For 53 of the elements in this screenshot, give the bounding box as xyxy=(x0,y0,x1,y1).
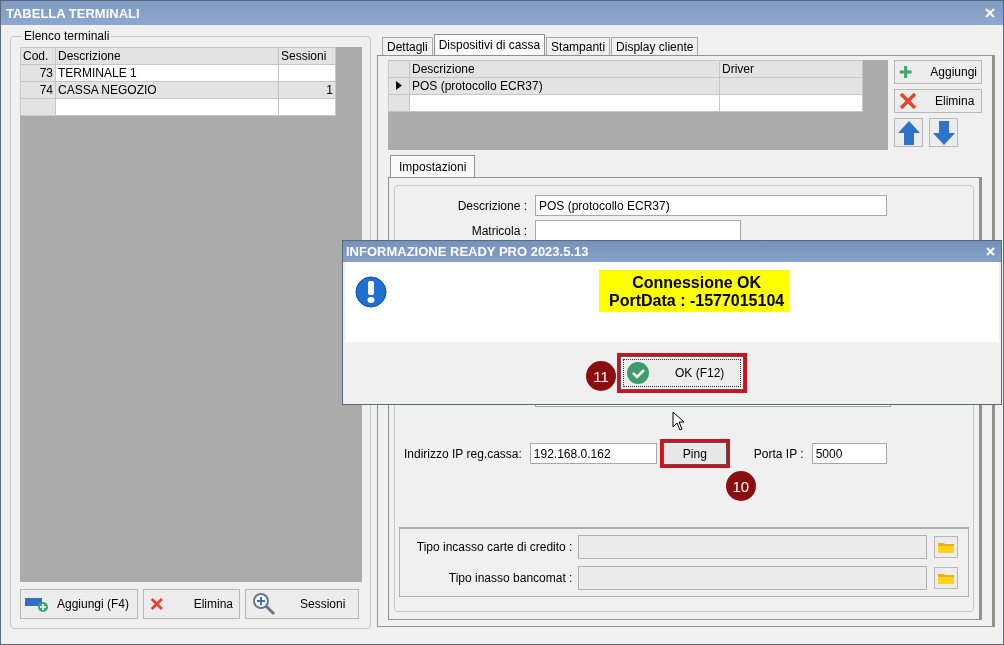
column-header[interactable]: Cod. xyxy=(20,47,56,65)
move-down-button[interactable] xyxy=(929,118,958,147)
zoom-in-icon xyxy=(252,592,276,616)
input-field[interactable]: 192.168.0.162 xyxy=(529,443,657,464)
delete-icon xyxy=(899,92,917,110)
folder-icon xyxy=(938,541,955,553)
input-field[interactable] xyxy=(578,535,928,559)
field-label: Matricola : xyxy=(470,223,528,238)
column-header[interactable]: Descrizione xyxy=(55,47,279,65)
up-arrow-icon xyxy=(897,120,920,145)
toolbar-button[interactable]: Aggiungi xyxy=(894,60,982,84)
field-label: Porta IP : xyxy=(753,446,804,461)
browse-button[interactable] xyxy=(934,536,958,558)
cursor-icon xyxy=(672,411,685,431)
browse-button[interactable] xyxy=(934,567,958,589)
group-title: Elenco terminali xyxy=(23,29,111,43)
toolbar-button[interactable]: Aggiungi (F4) xyxy=(20,589,138,619)
input-field[interactable] xyxy=(578,566,928,590)
toolbar-button[interactable]: Elimina xyxy=(143,589,240,619)
move-up-button[interactable] xyxy=(894,118,923,147)
field-label: Descrizione : xyxy=(456,198,528,213)
table-cell[interactable]: TERMINALE 1 xyxy=(55,64,279,82)
close-icon[interactable] xyxy=(985,8,995,18)
plus-icon xyxy=(899,63,913,81)
column-header[interactable]: Descrizione xyxy=(409,60,720,78)
input-field[interactable] xyxy=(535,220,741,241)
field-label: Tipo incasso carte di credito : xyxy=(415,540,574,554)
message-text: Connessione OK PortData : -1577015104 xyxy=(599,270,791,312)
checkmark-icon xyxy=(627,362,649,384)
tab[interactable]: Display cliente xyxy=(611,37,699,55)
tab[interactable]: Impostazioni xyxy=(390,155,476,177)
column-header[interactable]: Sessioni xyxy=(278,47,336,65)
dialog-title: INFORMAZIONE READY PRO 2023.5.13 xyxy=(346,244,589,259)
toolbar-button[interactable]: Sessioni xyxy=(245,589,359,619)
tab[interactable]: Dettagli xyxy=(382,37,433,55)
field-label: Indirizzo IP reg.cassa: xyxy=(404,446,522,461)
callout-badge: 11 xyxy=(586,361,616,391)
down-arrow-icon xyxy=(932,120,955,145)
window-title: TABELLA TERMINALI xyxy=(6,5,140,21)
tab[interactable]: Stampanti xyxy=(546,37,611,55)
ok-button[interactable]: OK (F12) xyxy=(620,356,744,390)
card-plus-icon xyxy=(25,596,49,612)
input-field[interactable]: 5000 xyxy=(811,443,887,464)
close-icon[interactable] xyxy=(986,247,995,256)
ping-button[interactable]: Ping xyxy=(662,442,727,465)
input-field[interactable]: POS (protocollo ECR37) xyxy=(535,195,887,216)
column-header[interactable]: Driver xyxy=(719,60,863,78)
field-label: Tipo inasso bancomat : xyxy=(447,571,574,585)
callout-badge: 10 xyxy=(725,471,756,501)
folder-icon xyxy=(938,572,955,584)
tab[interactable]: Dispositivi di cassa xyxy=(433,34,546,55)
exclamation-icon xyxy=(355,276,387,308)
toolbar-button[interactable]: Elimina xyxy=(894,89,982,113)
